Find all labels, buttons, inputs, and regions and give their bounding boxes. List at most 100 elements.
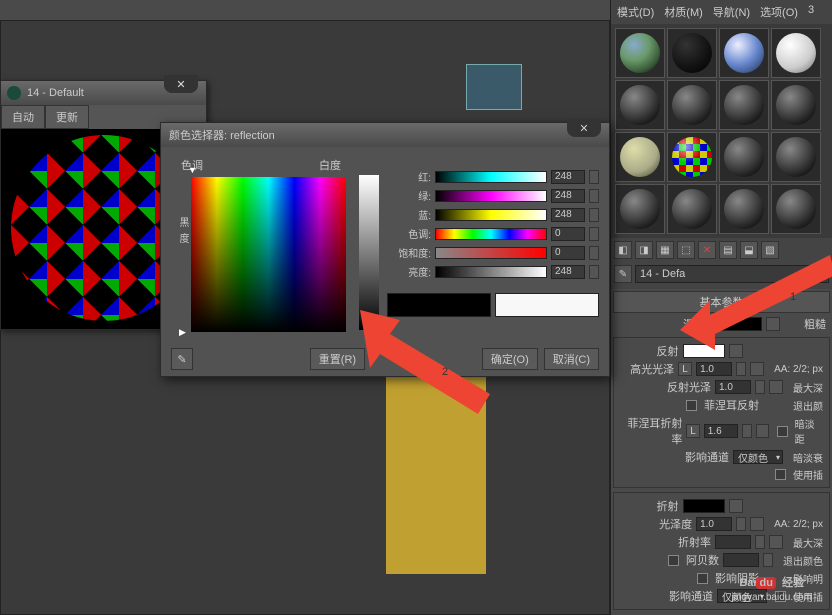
tool-button[interactable]: ▦ [656, 241, 674, 259]
abbe-checkbox[interactable] [668, 555, 679, 566]
map-slot[interactable] [750, 517, 764, 531]
material-slot[interactable] [615, 80, 665, 130]
refract-map-slot[interactable] [729, 499, 743, 513]
menu-material[interactable]: 材质(M) [660, 2, 707, 22]
tab-auto[interactable]: 自动 [1, 105, 45, 129]
affect-channel-dropdown[interactable]: 仅颜色 [733, 450, 783, 464]
material-slot[interactable] [719, 80, 769, 130]
eyedropper-icon[interactable]: ✎ [614, 265, 632, 283]
spinner[interactable] [755, 535, 765, 549]
menu-nav[interactable]: 导航(N) [709, 2, 754, 22]
tool-button[interactable]: ▤ [719, 241, 737, 259]
spinner[interactable] [589, 189, 599, 203]
val-value[interactable]: 248 [551, 265, 585, 279]
affect-shadows-checkbox[interactable] [697, 573, 708, 584]
tool-button[interactable]: ⬓ [740, 241, 758, 259]
red-value[interactable]: 248 [551, 170, 585, 184]
ok-button[interactable]: 确定(O) [482, 348, 538, 370]
menu-options[interactable]: 选项(O) [756, 2, 802, 22]
ior-value[interactable] [715, 535, 751, 549]
tab-update[interactable]: 更新 [45, 105, 89, 129]
new-color-swatch [495, 293, 599, 317]
hilight-gloss-value[interactable]: 1.0 [696, 362, 732, 376]
section-basic[interactable]: 基本参数 [613, 291, 830, 313]
abbe-label: 阿贝数 [686, 552, 719, 568]
spinner[interactable] [589, 227, 599, 241]
green-slider[interactable] [435, 190, 547, 202]
red-slider[interactable] [435, 171, 547, 183]
delete-button[interactable]: ✕ [698, 241, 716, 259]
spinner[interactable] [736, 517, 746, 531]
reflect-map-slot[interactable] [729, 344, 743, 358]
menu-mode[interactable]: 模式(D) [613, 2, 658, 22]
tool-button[interactable]: ⬚ [677, 241, 695, 259]
exit-color-label: 退出颜 [793, 398, 823, 413]
material-slot[interactable] [771, 28, 821, 78]
material-slot[interactable] [615, 184, 665, 234]
interp-checkbox[interactable] [775, 469, 786, 480]
material-slot[interactable] [719, 28, 769, 78]
fresnel-ior-label: 菲涅耳折射率 [620, 415, 682, 447]
tool-button[interactable]: ◨ [635, 241, 653, 259]
eyedropper-button[interactable]: ✎ [171, 348, 193, 370]
refract-swatch[interactable] [683, 499, 725, 513]
material-slot[interactable] [771, 184, 821, 234]
spinner[interactable] [755, 380, 765, 394]
material-slot[interactable] [667, 184, 717, 234]
spinner[interactable] [763, 553, 773, 567]
spinner[interactable] [742, 424, 752, 438]
material-slot[interactable] [615, 132, 665, 182]
whiteness-label: 白度 [319, 157, 341, 173]
material-slot[interactable] [615, 28, 665, 78]
abbe-value[interactable] [723, 553, 759, 567]
spinner[interactable] [736, 362, 746, 376]
blue-value[interactable]: 248 [551, 208, 585, 222]
dim-checkbox[interactable] [777, 426, 788, 437]
fresnel-checkbox[interactable] [686, 400, 697, 411]
lock-icon[interactable]: L [686, 424, 699, 438]
diffuse-swatch[interactable] [720, 317, 762, 331]
lock-icon[interactable]: L [678, 362, 692, 376]
material-slot[interactable] [719, 132, 769, 182]
hue-value[interactable]: 0 [551, 227, 585, 241]
tool-button[interactable]: ◧ [614, 241, 632, 259]
spinner[interactable] [589, 246, 599, 260]
hilight-gloss-label: 高光光泽 [630, 361, 674, 377]
material-slot[interactable] [771, 132, 821, 182]
sat-value[interactable]: 0 [551, 246, 585, 260]
spinner[interactable] [589, 170, 599, 184]
fresnel-ior-value[interactable]: 1.6 [704, 424, 738, 438]
roughness-label: 粗糙 [804, 316, 826, 332]
refl-gloss-value[interactable]: 1.0 [715, 380, 751, 394]
material-slot[interactable] [719, 184, 769, 234]
hue-saturation-field[interactable] [191, 177, 346, 332]
map-slot[interactable] [769, 380, 783, 394]
material-slot[interactable] [667, 80, 717, 130]
material-slot[interactable] [667, 132, 717, 182]
material-slot[interactable] [771, 80, 821, 130]
green-value[interactable]: 248 [551, 189, 585, 203]
spinner[interactable] [589, 265, 599, 279]
diffuse-map-slot[interactable] [766, 317, 780, 331]
cancel-button[interactable]: 取消(C) [544, 348, 599, 370]
val-slider[interactable] [435, 266, 547, 278]
map-slot[interactable] [769, 535, 783, 549]
close-button[interactable]: ✕ [164, 75, 198, 93]
reflect-swatch[interactable] [683, 344, 725, 358]
sat-slider[interactable] [435, 247, 547, 259]
map-slot[interactable] [756, 424, 769, 438]
tool-button[interactable]: ▧ [761, 241, 779, 259]
fresnel-label: 菲涅耳反射 [704, 397, 759, 413]
glossiness-value[interactable]: 1.0 [696, 517, 732, 531]
material-toolbar: ◧ ◨ ▦ ⬚ ✕ ▤ ⬓ ▧ [611, 238, 832, 262]
reset-button[interactable]: 重置(R) [310, 348, 365, 370]
blue-slider[interactable] [435, 209, 547, 221]
brightness-slider[interactable] [359, 175, 379, 330]
close-button[interactable]: ✕ [567, 119, 601, 137]
material-name-field[interactable]: 14 - Defa [635, 265, 829, 283]
menu-more[interactable]: 3 [804, 2, 818, 22]
map-slot[interactable] [750, 362, 764, 376]
hue-slider[interactable] [435, 228, 547, 240]
material-slot[interactable] [667, 28, 717, 78]
spinner[interactable] [589, 208, 599, 222]
